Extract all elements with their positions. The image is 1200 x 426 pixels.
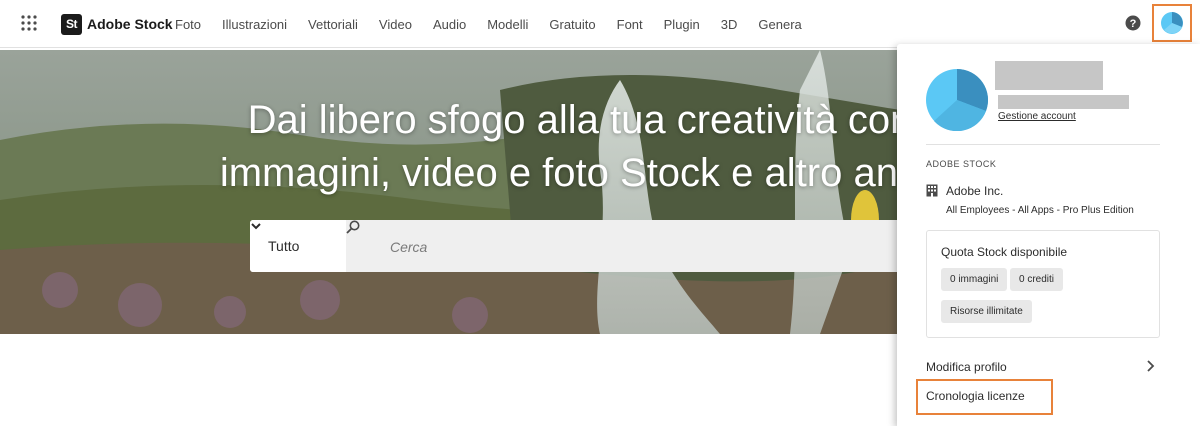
search-field xyxy=(346,220,950,272)
panel-divider xyxy=(926,144,1160,145)
edit-profile-item[interactable]: Modifica profilo xyxy=(926,360,1166,374)
nav-item-font[interactable]: Font xyxy=(617,17,643,32)
nav-item-audio[interactable]: Audio xyxy=(433,17,466,32)
search-input[interactable] xyxy=(388,220,892,272)
nav-item-plugin[interactable]: Plugin xyxy=(664,17,700,32)
search-bar: Tutto xyxy=(250,220,950,272)
manage-account-link[interactable]: Gestione account xyxy=(998,111,1076,122)
account-dropdown-panel: Gestione account ADOBE STOCK Adobe Inc. … xyxy=(897,44,1200,426)
brand-link[interactable]: St Adobe Stock xyxy=(61,12,173,36)
category-nav: Foto Illustrazioni Vettoriali Video Audi… xyxy=(175,0,823,48)
app-switcher-icon[interactable] xyxy=(21,15,37,31)
quota-credits-badge: 0 crediti xyxy=(1010,268,1064,291)
top-navigation: St Adobe Stock Foto Illustrazioni Vettor… xyxy=(0,0,1200,48)
stock-quota-card: Quota Stock disponibile 0 immagini 0 cre… xyxy=(926,230,1160,338)
chevron-down-icon xyxy=(251,223,261,230)
redacted-user-email xyxy=(998,95,1129,109)
category-dropdown-label: Tutto xyxy=(268,238,300,254)
account-avatar-button[interactable] xyxy=(1152,4,1192,42)
nav-item-gratuito[interactable]: Gratuito xyxy=(549,17,595,32)
nav-item-3d[interactable]: 3D xyxy=(721,17,738,32)
help-icon[interactable]: ? xyxy=(1125,15,1141,31)
avatar-icon xyxy=(1161,12,1183,34)
section-label-adobe-stock: ADOBE STOCK xyxy=(926,159,997,169)
organization-plan: All Employees - All Apps - Pro Plus Edit… xyxy=(946,205,1134,216)
nav-item-illustrazioni[interactable]: Illustrazioni xyxy=(222,17,287,32)
license-history-highlight xyxy=(916,379,1053,415)
redacted-user-name xyxy=(995,61,1103,90)
quota-title: Quota Stock disponibile xyxy=(941,245,1068,259)
organization-name: Adobe Inc. xyxy=(946,184,1004,198)
nav-item-foto[interactable]: Foto xyxy=(175,17,201,32)
quota-unlimited-badge: Risorse illimitate xyxy=(941,300,1032,323)
svg-text:?: ? xyxy=(1130,18,1137,30)
nav-item-genera[interactable]: Genera xyxy=(758,17,801,32)
nav-item-vettoriali[interactable]: Vettoriali xyxy=(308,17,358,32)
brand-name: Adobe Stock xyxy=(87,16,173,32)
chevron-right-icon xyxy=(1147,360,1155,372)
nav-item-video[interactable]: Video xyxy=(379,17,412,32)
profile-avatar xyxy=(926,69,988,131)
nav-item-modelli[interactable]: Modelli xyxy=(487,17,528,32)
adobe-stock-logo: St xyxy=(61,13,82,35)
quota-images-badge: 0 immagini xyxy=(941,268,1008,291)
search-icon xyxy=(346,220,360,234)
category-dropdown[interactable]: Tutto xyxy=(250,220,346,272)
building-icon xyxy=(926,184,938,197)
